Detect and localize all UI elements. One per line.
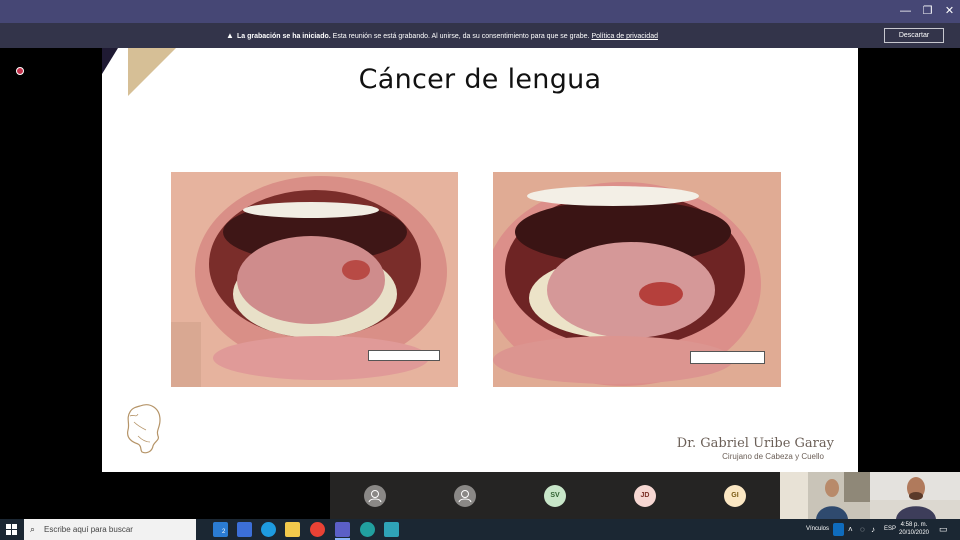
recording-started-text: La grabación se ha iniciado.	[236, 33, 331, 40]
surgeon-head-logo-icon	[127, 404, 161, 454]
clock-time: 4:58 p. m.	[900, 522, 928, 528]
teams-meeting-window: — ❐ ✕ ▲ La grabación se ha iniciado. Est…	[0, 0, 960, 540]
mail-badge: 2	[222, 529, 226, 535]
shared-slide: Cáncer de lengua Dr. Gabriel Uribe Garay…	[102, 48, 858, 472]
teams-icon[interactable]	[335, 522, 350, 537]
search-icon: ⌕	[30, 524, 36, 534]
language-indicator[interactable]: ESP	[884, 519, 896, 540]
windows-taskbar: ⌕ Escribe aquí para buscar 2 Vínculos ˄ …	[0, 519, 960, 540]
participant-avatar-jd: JD	[634, 485, 656, 507]
mail-icon[interactable]	[213, 522, 228, 537]
slide-title: Cáncer de lengua	[358, 64, 602, 95]
title-bar: — ❐ ✕	[0, 0, 960, 23]
recording-consent-text: Esta reunión se está grabando. Al unirse…	[330, 33, 592, 40]
file-explorer-icon[interactable]	[285, 522, 300, 537]
doctor-subtitle: Cirujano de Cabeza y Cuello	[722, 452, 824, 461]
default-avatar-icon	[364, 485, 386, 507]
chevron-up-icon[interactable]: ˄	[848, 519, 853, 540]
recording-banner: ▲ La grabación se ha iniciado. Esta reun…	[0, 23, 960, 48]
participant-video-1[interactable]	[780, 472, 870, 519]
participant-avatar-gi: GI	[724, 485, 746, 507]
photo-label-box-left	[368, 350, 440, 361]
participant-tile[interactable]: SV	[510, 472, 600, 519]
privacy-policy-link[interactable]: Política de privacidad	[591, 33, 658, 40]
warning-icon: ▲	[226, 31, 234, 40]
app-icon[interactable]	[384, 522, 399, 537]
participant-avatar-sv: SV	[544, 485, 566, 507]
chrome-browser-icon[interactable]	[310, 522, 325, 537]
clock-date: 20/10/2020	[898, 530, 930, 536]
links-toolbar-label[interactable]: Vínculos	[806, 519, 829, 540]
restore-button[interactable]: ❐	[916, 0, 939, 23]
participant-tile[interactable]	[330, 472, 420, 519]
participant-tile[interactable]: GI	[690, 472, 780, 519]
network-icon[interactable]: ◌	[860, 519, 865, 540]
default-avatar-icon	[454, 485, 476, 507]
taskbar-search-input[interactable]: ⌕ Escribe aquí para buscar	[24, 519, 196, 540]
app-icon[interactable]	[237, 522, 252, 537]
recording-message: ▲ La grabación se ha iniciado. Esta reun…	[226, 23, 658, 48]
recording-indicator-icon	[16, 67, 24, 75]
windows-start-icon[interactable]	[6, 524, 17, 535]
doctor-name: Dr. Gabriel Uribe Garay	[676, 436, 834, 451]
minimize-button[interactable]: —	[894, 0, 917, 23]
close-button[interactable]: ✕	[938, 0, 960, 23]
search-placeholder: Escribe aquí para buscar	[44, 525, 133, 534]
edge-browser-icon[interactable]	[261, 522, 276, 537]
participant-tile[interactable]	[420, 472, 510, 519]
dismiss-button[interactable]: Descartar	[884, 28, 944, 43]
participants-bar: SV JD GI	[330, 472, 960, 519]
participant-video-2[interactable]	[870, 472, 960, 519]
links-icon[interactable]	[833, 523, 844, 536]
photo-label-box-right	[690, 351, 765, 364]
notifications-icon[interactable]: ▭	[939, 519, 948, 540]
volume-icon[interactable]: ♪	[871, 519, 875, 540]
app-icon[interactable]	[360, 522, 375, 537]
participant-tile[interactable]: JD	[600, 472, 690, 519]
taskbar-clock[interactable]: 4:58 p. m. 20/10/2020	[896, 521, 932, 537]
